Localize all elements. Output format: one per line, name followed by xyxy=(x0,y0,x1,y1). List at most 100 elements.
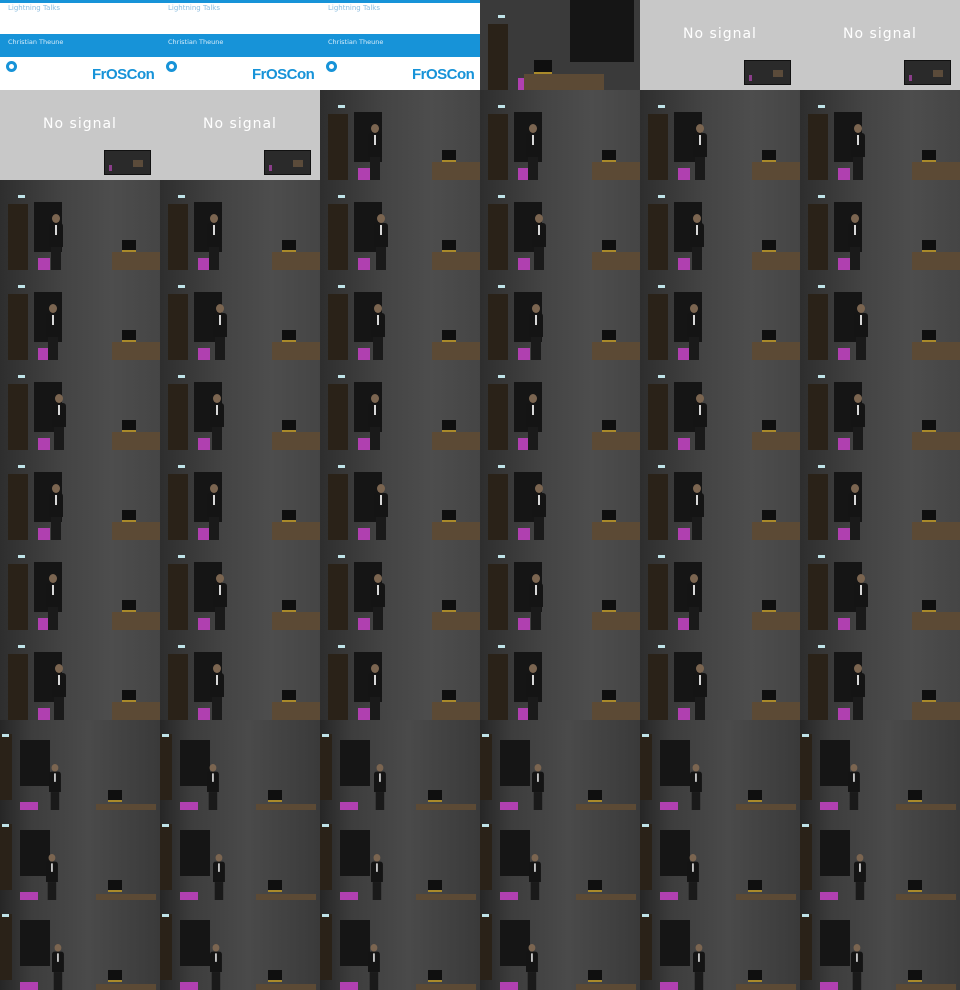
exit-sign-icon xyxy=(802,734,809,737)
speaker-figure xyxy=(526,664,540,720)
lectern-desk xyxy=(752,252,800,270)
stage-door xyxy=(488,294,508,360)
speaker-figure xyxy=(687,574,701,630)
speaker-figure xyxy=(532,764,544,810)
stage-frame xyxy=(640,630,800,720)
lectern-desk xyxy=(432,432,480,450)
lectern-desk xyxy=(752,162,800,180)
stage-light xyxy=(358,528,370,540)
exit-sign-icon xyxy=(818,195,825,198)
stage-door xyxy=(168,654,188,720)
stage-frame xyxy=(480,450,640,540)
exit-sign-icon xyxy=(338,375,345,378)
stage-frame xyxy=(0,180,160,270)
no-signal-message: No signal xyxy=(203,116,277,132)
stage-light xyxy=(198,438,210,450)
monitor-icon xyxy=(602,600,616,612)
stage-door xyxy=(168,294,188,360)
monitor-icon xyxy=(922,240,936,252)
speaker-figure xyxy=(368,394,382,450)
exit-sign-icon xyxy=(802,914,809,917)
exit-sign-icon xyxy=(818,375,825,378)
exit-sign-icon xyxy=(642,734,649,737)
speaker-figure xyxy=(854,304,868,360)
stage-frame xyxy=(640,450,800,540)
stage-frame xyxy=(0,360,160,450)
exit-sign-icon xyxy=(658,105,665,108)
speaker-figure xyxy=(848,764,860,810)
lectern-desk xyxy=(752,432,800,450)
speaker-figure xyxy=(52,944,64,990)
stage-light xyxy=(358,258,370,270)
monitor-icon xyxy=(922,150,936,162)
monitor-icon xyxy=(748,790,762,802)
stage-door xyxy=(648,204,668,270)
stage-light xyxy=(20,802,38,810)
lectern-desk xyxy=(752,522,800,540)
monitor-icon xyxy=(428,880,442,892)
speaker-figure xyxy=(529,854,541,900)
lectern-desk xyxy=(272,342,320,360)
exit-sign-icon xyxy=(322,914,329,917)
monitor-icon xyxy=(122,240,136,252)
monitor-icon xyxy=(602,690,616,702)
exit-sign-icon xyxy=(498,465,505,468)
stage-light xyxy=(820,982,838,990)
lectern-desk xyxy=(592,342,640,360)
monitor-icon xyxy=(602,330,616,342)
stage-door xyxy=(648,474,668,540)
stage-door xyxy=(640,734,652,800)
stage-frame xyxy=(640,180,800,270)
stage-light xyxy=(180,802,198,810)
exit-sign-icon xyxy=(498,555,505,558)
lectern-desk xyxy=(592,612,640,630)
stage-light xyxy=(838,708,850,720)
lectern-desk xyxy=(432,342,480,360)
monitor-icon xyxy=(922,600,936,612)
stage-door xyxy=(160,914,172,980)
stage-light xyxy=(678,168,690,180)
lectern-desk xyxy=(432,522,480,540)
stage-door xyxy=(488,114,508,180)
stage-light xyxy=(38,708,50,720)
badge-icon xyxy=(6,61,17,72)
stage-light xyxy=(660,892,678,900)
stage-light xyxy=(500,892,518,900)
stage-door xyxy=(320,914,332,980)
stage-door xyxy=(0,914,12,980)
stage-frame xyxy=(320,180,480,270)
exit-sign-icon xyxy=(322,734,329,737)
lectern-desk xyxy=(592,252,640,270)
stage-frame xyxy=(800,900,960,990)
stage-light xyxy=(38,438,50,450)
stage-light xyxy=(20,892,38,900)
talk-label: Lightning Talks xyxy=(168,4,221,12)
stage-door xyxy=(8,294,28,360)
exit-sign-icon xyxy=(498,105,505,108)
exit-sign-icon xyxy=(178,375,185,378)
stage-door xyxy=(168,384,188,450)
stage-screen xyxy=(820,740,850,786)
exit-sign-icon xyxy=(818,555,825,558)
no-signal-frame: No signal xyxy=(160,90,320,180)
stage-door xyxy=(168,564,188,630)
stage-frame xyxy=(800,270,960,360)
exit-sign-icon xyxy=(658,195,665,198)
stage-door xyxy=(8,474,28,540)
lectern-desk xyxy=(752,342,800,360)
exit-sign-icon xyxy=(338,285,345,288)
exit-sign-icon xyxy=(482,824,489,827)
stage-light xyxy=(660,802,678,810)
stage-screen xyxy=(20,740,50,786)
exit-sign-icon xyxy=(338,195,345,198)
monitor-icon xyxy=(922,420,936,432)
camera-inset xyxy=(264,150,311,175)
monitor-icon xyxy=(282,240,296,252)
speaker-figure xyxy=(374,764,386,810)
stage-screen xyxy=(660,830,690,876)
stage-screen xyxy=(180,740,210,786)
stage-screen xyxy=(20,920,50,966)
lectern-desk xyxy=(432,612,480,630)
monitor-icon xyxy=(762,690,776,702)
stage-frame xyxy=(800,720,960,810)
